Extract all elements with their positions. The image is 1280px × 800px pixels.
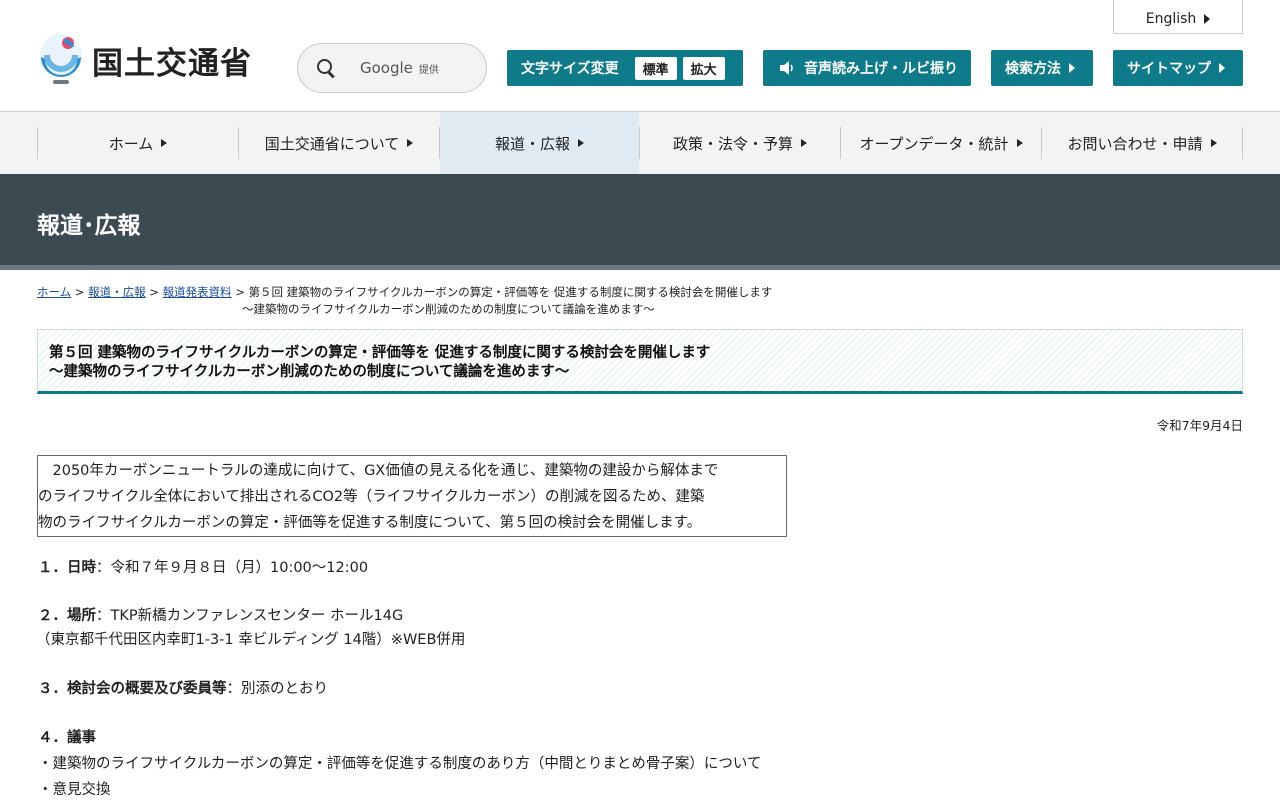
section-overview: ３．検討会の概要及び委員等：別添のとおり xyxy=(38,677,328,701)
section-title: 報道･広報 xyxy=(37,213,141,239)
sitemap-label: サイトマップ xyxy=(1127,61,1211,77)
search-method-button[interactable]: 検索方法 xyxy=(991,50,1093,86)
section-value: ：令和７年９月８日（月）10:00～12:00 xyxy=(96,560,369,576)
breadcrumb-press-link[interactable]: 報道・広報 xyxy=(88,285,146,299)
triangle-right-icon xyxy=(801,139,807,147)
section-datetime: １．日時：令和７年９月８日（月）10:00～12:00 xyxy=(38,556,368,580)
search-icon[interactable] xyxy=(316,58,336,78)
nav-divider xyxy=(1242,127,1243,159)
section-banner: 報道･広報 xyxy=(0,174,1280,270)
nav-item-label: 報道・広報 xyxy=(494,134,570,153)
agenda-item: ・意見交換 xyxy=(38,782,111,798)
section-agenda: ４．議事 ・建築物のライフサイクルカーボンの算定・評価等を促進する制度のあり方（… xyxy=(38,725,761,800)
triangle-right-icon xyxy=(1204,13,1211,24)
breadcrumb-separator: > xyxy=(231,285,249,299)
english-label: English xyxy=(1145,10,1197,27)
search-method-label: 検索方法 xyxy=(1005,61,1061,77)
section-label: ３．検討会の概要及び委員等 xyxy=(38,681,227,697)
article-title: 第５回 建築物のライフサイクルカーボンの算定・評価等を 促進する制度に関する検討… xyxy=(49,344,1242,382)
intro-box: 2050年カーボンニュートラルの達成に向けて、GX価値の見える化を通じ、建築物の… xyxy=(37,455,787,537)
triangle-right-icon xyxy=(578,139,584,147)
mlit-logo[interactable]: 国土交通省 xyxy=(36,33,252,87)
nav-item-label: 政策・法令・予算 xyxy=(672,134,793,153)
triangle-right-icon xyxy=(1210,139,1217,147)
section-value: ：TKP新橋カンファレンスセンター ホール14G xyxy=(96,608,404,624)
google-provided-label: 提供 xyxy=(418,64,439,76)
sitemap-button[interactable]: サイトマップ xyxy=(1113,50,1243,86)
article-title-box: 第５回 建築物のライフサイクルカーボンの算定・評価等を 促進する制度に関する検討… xyxy=(37,329,1243,394)
triangle-right-icon xyxy=(1016,139,1023,147)
breadcrumb-current: 第５回 建築物のライフサイクルカーボンの算定・評価等を 促進する制度に関する検討… xyxy=(248,285,773,299)
intro-line: 物のライフサイクルカーボンの算定・評価等を促進する制度について、第５回の検討会を… xyxy=(38,515,702,531)
breadcrumb-releases-link[interactable]: 報道発表資料 xyxy=(163,285,232,299)
article-title-line2: ～建築物のライフサイクルカーボン削減のための制度について議論を進めます～ xyxy=(49,364,570,380)
nav-item-policy[interactable]: 政策・法令・予算 xyxy=(640,112,840,174)
mlit-emblem-icon xyxy=(40,34,82,84)
nav-item-press[interactable]: 報道・広報 xyxy=(440,112,639,174)
voice-ruby-label: 音声読み上げ・ルビ振り xyxy=(804,61,958,77)
article-title-line1: 第５回 建築物のライフサイクルカーボンの算定・評価等を 促進する制度に関する検討… xyxy=(49,345,711,361)
font-size-large-button[interactable]: 拡大 xyxy=(682,56,725,80)
section-venue: ２．場所：TKP新橋カンファレンスセンター ホール14G （東京都千代田区内幸町… xyxy=(36,604,466,652)
nav-item-label: 国土交通省について xyxy=(264,134,400,153)
breadcrumb-separator: > xyxy=(145,285,163,299)
breadcrumb-home-link[interactable]: ホーム xyxy=(37,285,71,299)
font-size-control: 文字サイズ変更 標準 拡大 xyxy=(507,50,743,86)
nav-item-about[interactable]: 国土交通省について xyxy=(239,112,439,174)
breadcrumb: ホーム > 報道・広報 > 報道発表資料 > 第５回 建築物のライフサイクルカー… xyxy=(37,284,937,318)
agenda-item: ・建築物のライフサイクルカーボンの算定・評価等を促進する制度のあり方（中間とりま… xyxy=(38,756,762,772)
site-header: 国土交通省 Google 提供 English 文字サイズ変更 標準 拡大 音声… xyxy=(0,0,1280,112)
nav-item-label: ホーム xyxy=(108,134,154,153)
nav-item-home[interactable]: ホーム xyxy=(38,112,238,174)
english-link[interactable]: English xyxy=(1113,0,1243,34)
logo-text: 国土交通省 xyxy=(92,45,252,82)
section-label: １．日時 xyxy=(38,560,96,576)
voice-ruby-button[interactable]: 音声読み上げ・ルビ振り xyxy=(763,50,971,86)
nav-item-contact[interactable]: お問い合わせ・申請 xyxy=(1042,112,1242,174)
intro-line: のライフサイクル全体において排出されるCO2等（ライフサイクルカーボン）の削減を… xyxy=(38,489,705,505)
triangle-right-icon xyxy=(1219,63,1225,73)
triangle-right-icon xyxy=(407,139,414,147)
font-size-label: 文字サイズ変更 xyxy=(521,61,619,77)
nav-item-open-data[interactable]: オープンデータ・統計 xyxy=(841,112,1041,174)
google-search-box[interactable]: Google 提供 xyxy=(297,43,487,93)
global-nav: ホーム 国土交通省について 報道・広報 政策・法令・予算 オープンデータ・統計 … xyxy=(0,112,1280,174)
publish-date: 令和7年9月4日 xyxy=(1156,418,1243,433)
section-label: ４．議事 xyxy=(38,730,96,746)
section-value: ：別添のとおり xyxy=(226,681,329,697)
breadcrumb-current-subtitle: ～建築物のライフサイクルカーボン削減のための制度について議論を進めます～ xyxy=(242,302,655,316)
triangle-right-icon xyxy=(1069,63,1075,73)
section-label: ２．場所 xyxy=(38,608,96,624)
breadcrumb-separator: > xyxy=(71,285,89,299)
nav-item-label: お問い合わせ・申請 xyxy=(1067,134,1203,153)
intro-line: 2050年カーボンニュートラルの達成に向けて、GX価値の見える化を通じ、建築物の… xyxy=(38,463,719,479)
nav-item-label: オープンデータ・統計 xyxy=(859,134,1009,153)
venue-address: （東京都千代田区内幸町1-3-1 幸ビルディング 14階）※WEB併用 xyxy=(36,632,466,648)
speaker-icon xyxy=(780,61,793,75)
triangle-right-icon xyxy=(161,139,168,147)
google-label: Google xyxy=(360,59,413,77)
font-size-standard-button[interactable]: 標準 xyxy=(634,56,677,80)
